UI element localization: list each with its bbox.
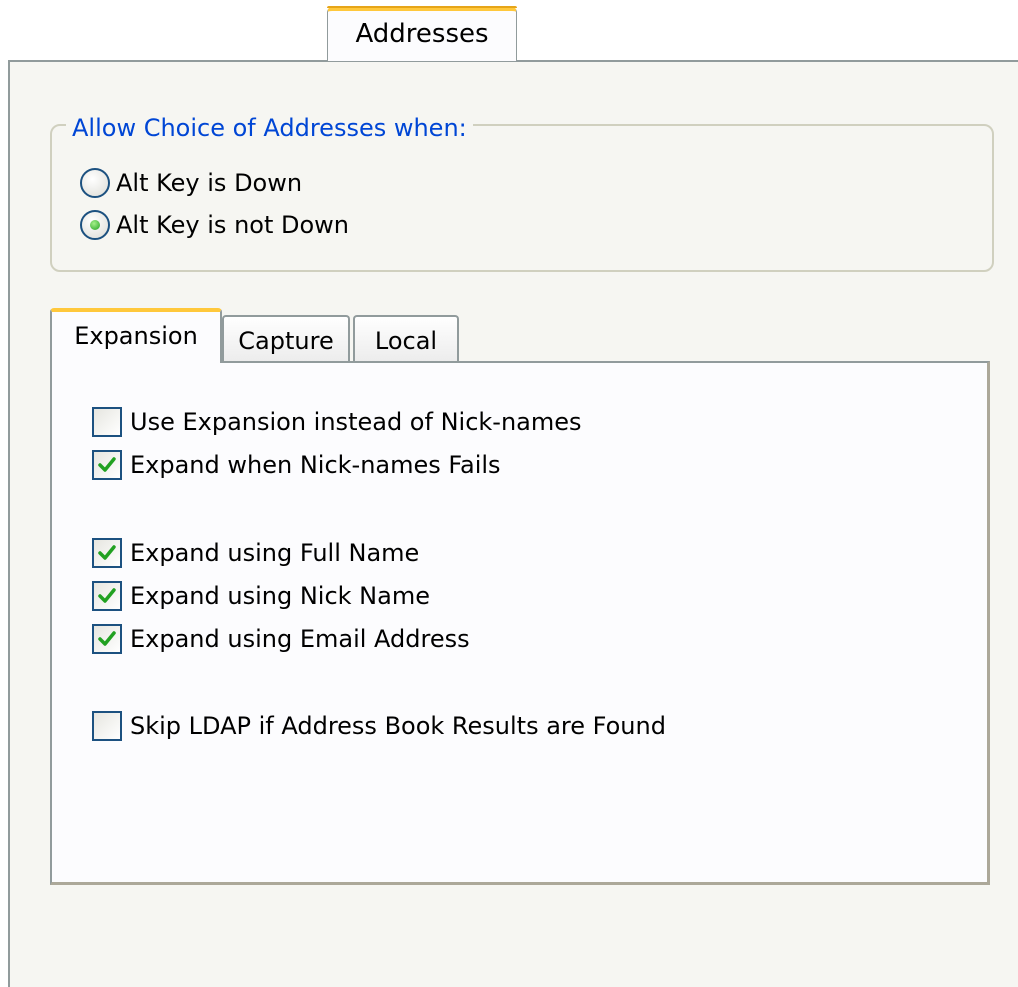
tab-local-label: Local [374, 327, 438, 355]
tab-addresses[interactable]: Addresses [327, 6, 517, 61]
checkbox-use-expansion[interactable]: Use Expansion instead of Nick-names [92, 404, 582, 440]
checkbox-icon[interactable] [92, 538, 122, 568]
radio-alt-key-not-down[interactable]: Alt Key is not Down [80, 208, 349, 242]
checkbox-skip-ldap[interactable]: Skip LDAP if Address Book Results are Fo… [92, 708, 666, 744]
checkbox-use-expansion-label: Use Expansion instead of Nick-names [130, 408, 582, 436]
checkbox-expand-nick-name-label: Expand using Nick Name [130, 582, 430, 610]
radio-dot-icon [90, 220, 100, 230]
tab-expansion-label: Expansion [74, 322, 198, 350]
address-choice-legend: Allow Choice of Addresses when: [66, 113, 473, 143]
checkbox-icon[interactable] [92, 407, 122, 437]
checkbox-skip-ldap-label: Skip LDAP if Address Book Results are Fo… [130, 712, 666, 740]
checkmark-icon [98, 457, 116, 472]
tab-expansion[interactable]: Expansion [50, 308, 222, 363]
checkbox-expand-full-name[interactable]: Expand using Full Name [92, 535, 419, 571]
addresses-dialog: Addresses Allow Choice of Addresses when… [0, 0, 1018, 987]
checkbox-expand-full-name-label: Expand using Full Name [130, 539, 420, 567]
checkbox-icon[interactable] [92, 711, 122, 741]
checkbox-icon[interactable] [92, 624, 122, 654]
checkbox-expand-nick-name[interactable]: Expand using Nick Name [92, 578, 430, 614]
checkbox-icon[interactable] [92, 450, 122, 480]
radio-button-icon[interactable] [80, 168, 110, 198]
checkmark-icon [98, 631, 116, 646]
radio-alt-key-down[interactable]: Alt Key is Down [80, 166, 302, 200]
checkmark-icon [98, 545, 116, 560]
radio-button-icon[interactable] [80, 210, 110, 240]
tab-local[interactable]: Local [353, 315, 459, 362]
checkbox-expand-email[interactable]: Expand using Email Address [92, 621, 470, 657]
checkbox-expand-email-label: Expand using Email Address [130, 625, 470, 653]
tab-capture[interactable]: Capture [222, 315, 350, 362]
tab-addresses-label: Addresses [355, 19, 489, 49]
checkbox-icon[interactable] [92, 581, 122, 611]
radio-alt-key-not-down-label: Alt Key is not Down [116, 211, 350, 239]
radio-alt-key-down-label: Alt Key is Down [116, 169, 303, 197]
checkbox-expand-when-fails-label: Expand when Nick-names Fails [130, 451, 501, 479]
checkbox-expand-when-fails[interactable]: Expand when Nick-names Fails [92, 447, 501, 483]
checkmark-icon [98, 588, 116, 603]
tab-capture-label: Capture [238, 327, 334, 355]
